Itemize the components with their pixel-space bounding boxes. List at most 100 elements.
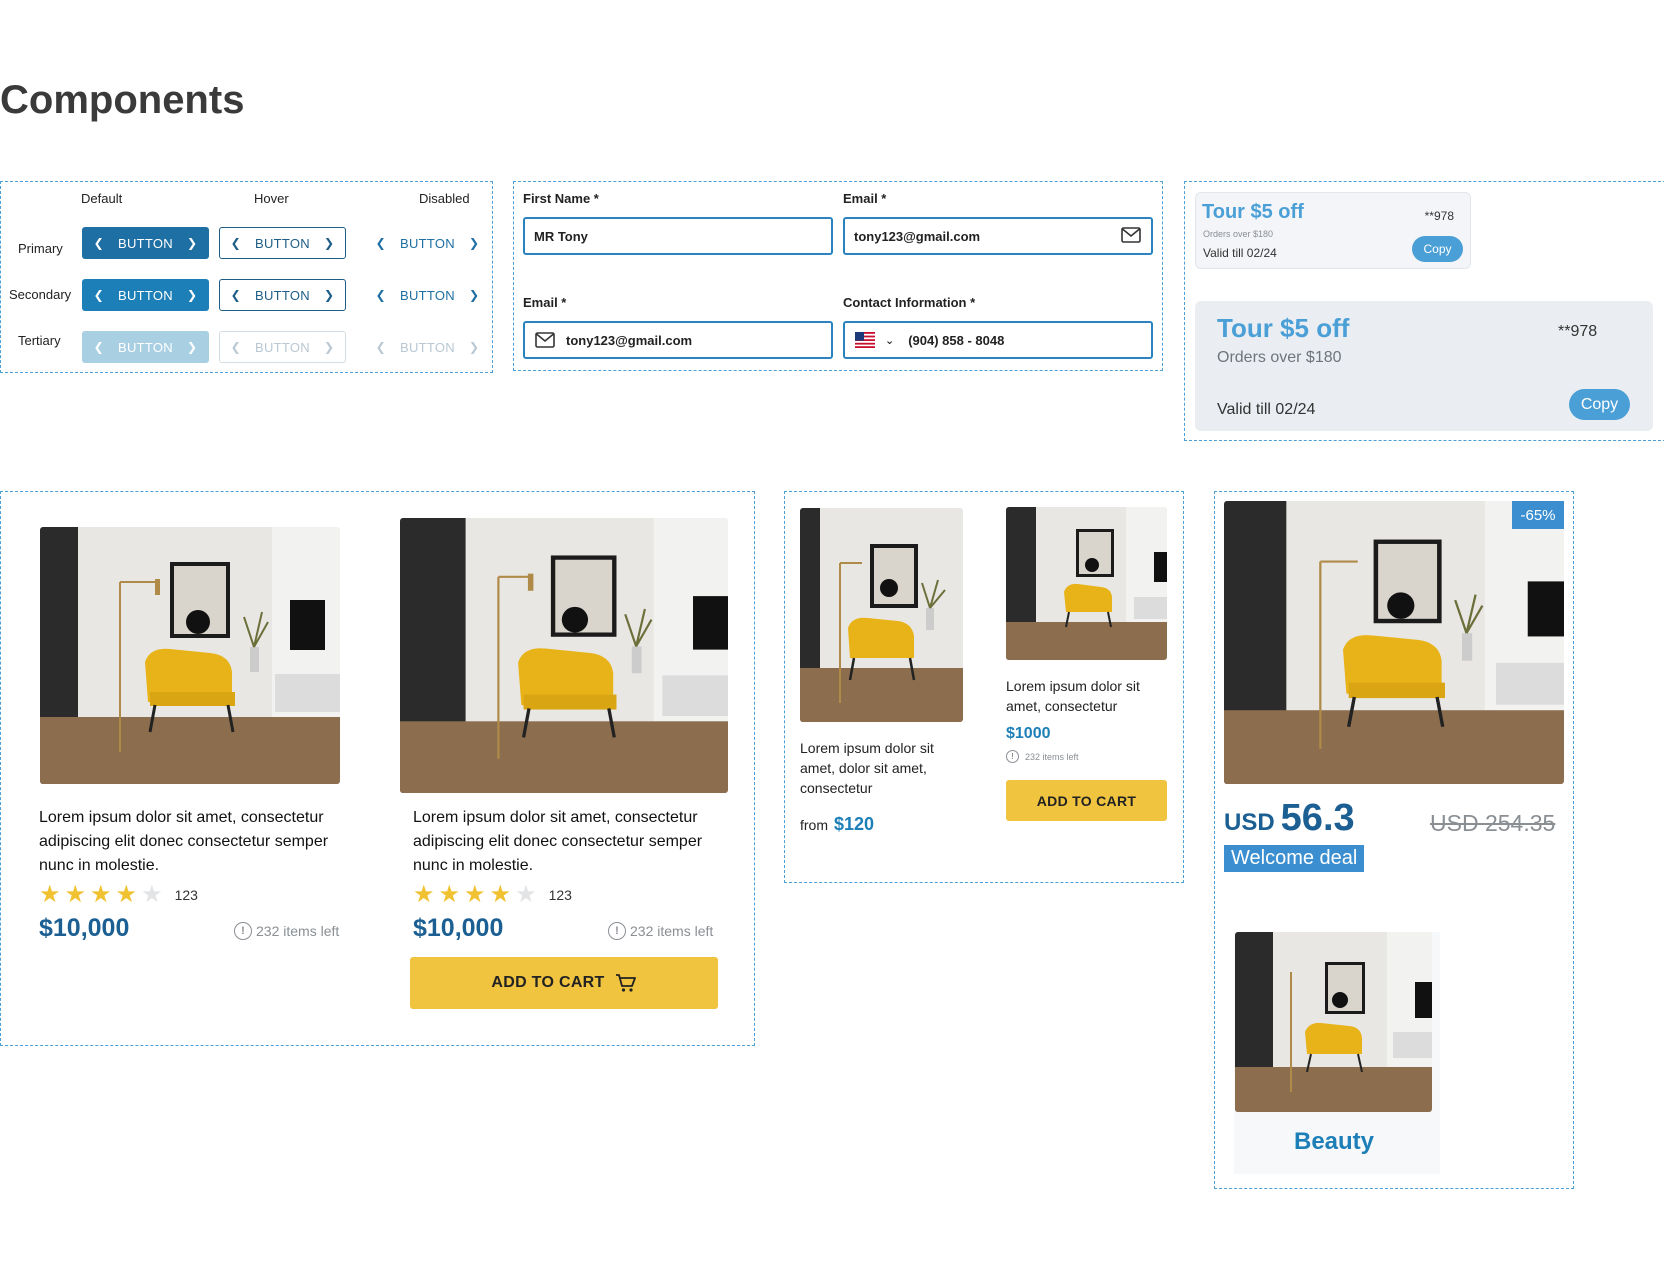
review-count: 123 <box>548 887 572 903</box>
coupon-code: **978 <box>1558 323 1598 340</box>
email-value-2: tony123@gmail.com <box>566 332 693 348</box>
stock-indicator: ! 232 items left <box>608 922 713 940</box>
first-name-value: MR Tony <box>534 228 588 244</box>
mail-icon <box>1121 226 1141 246</box>
chevron-right-icon: ❯ <box>324 236 335 250</box>
from-price: from $120 <box>800 814 874 835</box>
add-to-cart-label: ADD TO CART <box>1036 792 1137 809</box>
col-default-label: Default <box>81 191 123 206</box>
chevron-left-icon: ❮ <box>93 288 104 302</box>
page-title: Components <box>0 78 245 122</box>
button-label: BUTTON <box>117 287 173 303</box>
stock-text: 232 items left <box>256 923 340 939</box>
star-icon: ★ <box>64 881 87 908</box>
add-to-cart-label: ADD TO CART <box>491 974 605 991</box>
us-flag-icon[interactable] <box>855 332 875 348</box>
chevron-left-icon: ❮ <box>375 236 386 250</box>
first-name-input[interactable]: MR Tony <box>523 217 833 255</box>
cart-icon <box>615 973 637 993</box>
contact-label: Contact Information * <box>843 295 976 310</box>
stock-text: 232 items left <box>1025 751 1079 762</box>
secondary-default-button[interactable]: ❮ BUTTON ❯ <box>82 279 209 311</box>
col-disabled-label: Disabled <box>419 191 470 206</box>
deal-currency: USD <box>1224 809 1275 836</box>
coupon-subtitle: Orders over $180 <box>1203 229 1274 239</box>
small-card-description: Lorem ipsum dolor sit amet, dolor sit am… <box>800 740 934 796</box>
button-label: BUTTON <box>399 339 455 355</box>
first-name-label: First Name * <box>523 191 599 206</box>
product-image <box>800 508 963 722</box>
from-label: from <box>800 817 828 833</box>
chevron-right-icon: ❯ <box>187 236 198 250</box>
product-description: Lorem ipsum dolor sit amet, consectetur … <box>39 809 329 874</box>
button-label: BUTTON <box>399 287 455 303</box>
info-icon: ! <box>1006 750 1019 763</box>
coupon-valid: Valid till 02/24 <box>1203 246 1277 260</box>
chevron-right-icon: ❯ <box>187 340 198 354</box>
small-card-price: $1000 <box>1006 725 1051 742</box>
coupon-code: **978 <box>1424 209 1454 223</box>
email-label-2: Email * <box>523 295 567 310</box>
primary-disabled-button[interactable]: ❮ BUTTON ❯ <box>364 227 491 259</box>
row-tertiary-label: Tertiary <box>18 333 61 348</box>
small-card-price: $120 <box>834 814 875 834</box>
tertiary-default-button[interactable]: ❮ BUTTON ❯ <box>82 331 209 363</box>
product-price: $10,000 <box>413 914 504 942</box>
product-description: Lorem ipsum dolor sit amet, consectetur … <box>413 809 703 874</box>
tertiary-hover-button[interactable]: ❮ BUTTON ❯ <box>219 331 346 363</box>
star-icon: ★ <box>438 881 461 908</box>
chevron-down-icon[interactable]: ⌄ <box>885 334 894 347</box>
star-icon: ★ <box>39 881 61 908</box>
chevron-right-icon: ❯ <box>324 288 335 302</box>
stock-indicator: ! 232 items left <box>234 922 339 940</box>
button-label: BUTTON <box>254 287 310 303</box>
phone-value: (904) 858 - 8048 <box>908 332 1005 348</box>
rating-stars: ★ ★ ★ ★ ★ 123 <box>413 883 572 907</box>
review-count: 123 <box>174 887 198 903</box>
star-icon: ★ <box>489 881 512 908</box>
chevron-right-icon: ❯ <box>469 340 480 354</box>
deal-product-image <box>1224 501 1564 784</box>
row-primary-label: Primary <box>18 241 63 256</box>
category-image <box>1235 932 1432 1112</box>
product-image <box>40 527 340 784</box>
coupon-card-small: Tour $5 off **978 Orders over $180 Valid… <box>1195 192 1471 269</box>
row-secondary-label: Secondary <box>9 287 72 302</box>
chevron-right-icon: ❯ <box>469 236 480 250</box>
email-input-with-icon[interactable]: tony123@gmail.com <box>523 321 833 359</box>
coupon-title: Tour $5 off <box>1217 313 1350 343</box>
chevron-right-icon: ❯ <box>324 340 335 354</box>
discount-badge: -65% <box>1512 501 1564 529</box>
stock-text: 232 items left <box>630 923 714 939</box>
star-icon: ★ <box>464 881 486 908</box>
secondary-hover-button[interactable]: ❮ BUTTON ❯ <box>219 279 346 311</box>
chevron-left-icon: ❮ <box>230 288 241 302</box>
chevron-left-icon: ❮ <box>375 288 386 302</box>
coupon-title: Tour $5 off <box>1202 201 1304 223</box>
tertiary-disabled-button[interactable]: ❮ BUTTON ❯ <box>364 331 491 363</box>
chevron-left-icon: ❮ <box>230 340 241 354</box>
category-card[interactable]: Beauty <box>1234 932 1440 1174</box>
email-input[interactable]: tony123@gmail.com <box>843 217 1153 255</box>
copy-button[interactable]: Copy <box>1412 236 1463 262</box>
stock-indicator: ! 232 items left <box>1006 750 1079 763</box>
coupon-card-large: Tour $5 off **978 Orders over $180 Valid… <box>1195 301 1653 431</box>
button-label: BUTTON <box>117 235 173 251</box>
add-to-cart-button[interactable]: ADD TO CART <box>1006 780 1167 821</box>
button-label: BUTTON <box>254 235 310 251</box>
star-icon: ★ <box>115 881 138 908</box>
product-image <box>1006 507 1167 660</box>
mail-icon <box>535 332 555 348</box>
button-label: BUTTON <box>399 235 455 251</box>
button-label: BUTTON <box>117 339 173 355</box>
primary-hover-button[interactable]: ❮ BUTTON ❯ <box>219 227 346 259</box>
coupon-valid: Valid till 02/24 <box>1217 401 1316 418</box>
star-icon: ★ <box>90 881 112 908</box>
copy-button[interactable]: Copy <box>1569 389 1630 420</box>
secondary-disabled-button[interactable]: ❮ BUTTON ❯ <box>364 279 491 311</box>
chevron-left-icon: ❮ <box>375 340 386 354</box>
add-to-cart-button[interactable]: ADD TO CART <box>410 957 718 1009</box>
chevron-left-icon: ❮ <box>230 236 241 250</box>
phone-input[interactable]: ⌄ (904) 858 - 8048 <box>843 321 1153 359</box>
primary-default-button[interactable]: ❮ BUTTON ❯ <box>82 227 209 259</box>
